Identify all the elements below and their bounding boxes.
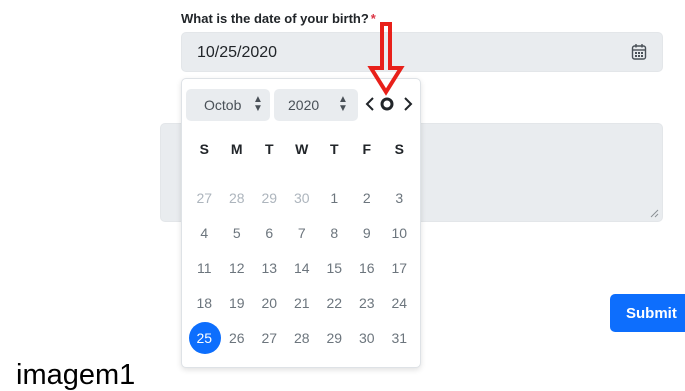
calendar-day[interactable]: 13: [253, 251, 286, 286]
calendar-day[interactable]: 15: [318, 251, 351, 286]
calendar-week: 25 26 27 28 29 30 31: [188, 321, 416, 356]
calendar-week: 4 5 6 7 8 9 10: [188, 216, 416, 251]
calendar-day[interactable]: 4: [188, 216, 221, 251]
calendar-day[interactable]: 9: [351, 216, 384, 251]
calendar-day[interactable]: 16: [351, 251, 384, 286]
weekday-label: W: [295, 141, 309, 157]
calendar-day[interactable]: 14: [286, 251, 319, 286]
weekday-label: T: [329, 141, 339, 157]
calendar-day[interactable]: 24: [383, 286, 416, 321]
calendar-day[interactable]: 31: [383, 321, 416, 356]
calendar-day[interactable]: 2: [351, 181, 384, 216]
month-select-value: Octob: [204, 97, 242, 113]
annotation-arrow-icon: [367, 22, 405, 96]
calendar-day[interactable]: 17: [383, 251, 416, 286]
month-select[interactable]: Octob ▲ ▼: [186, 89, 270, 121]
weekday-header: S M T W T F S: [188, 141, 416, 157]
year-select[interactable]: 2020 ▲ ▼: [274, 89, 358, 121]
calendar-day[interactable]: 27: [253, 321, 286, 356]
weekday-label: S: [394, 141, 404, 157]
calendar-day[interactable]: 8: [318, 216, 351, 251]
calendar-week: 11 12 13 14 15 16 17: [188, 251, 416, 286]
birth-date-input[interactable]: 10/25/2020: [181, 32, 663, 72]
sort-arrows-icon: ▲ ▼: [338, 94, 348, 114]
calendar-day[interactable]: 26: [221, 321, 254, 356]
weekday-label: T: [264, 141, 274, 157]
calendar-day-selected[interactable]: 25: [188, 321, 221, 356]
calendar-day[interactable]: 19: [221, 286, 254, 321]
calendar-day[interactable]: 10: [383, 216, 416, 251]
year-select-value: 2020: [288, 97, 320, 113]
calendar-day[interactable]: 29: [253, 181, 286, 216]
calendar-day[interactable]: 6: [253, 216, 286, 251]
birth-date-label-text: What is the date of your birth?: [181, 11, 369, 26]
datepicker-popup: Octob ▲ ▼ 2020 ▲ ▼ S M T W T F S 27 28 29 …: [181, 78, 421, 368]
calendar-day[interactable]: 21: [286, 286, 319, 321]
image-caption: imagem1: [16, 359, 136, 391]
resize-grip-icon[interactable]: [650, 209, 659, 218]
calendar-day[interactable]: 7: [286, 216, 319, 251]
calendar-day[interactable]: 12: [221, 251, 254, 286]
calendar-day[interactable]: 11: [188, 251, 221, 286]
birth-date-value: 10/25/2020: [197, 44, 278, 61]
calendar-week: 18 19 20 21 22 23 24: [188, 286, 416, 321]
calendar-week: 27 28 29 30 1 2 3: [188, 181, 416, 216]
calendar-day[interactable]: 29: [318, 321, 351, 356]
calendar-day[interactable]: 20: [253, 286, 286, 321]
calendar-grid: 27 28 29 30 1 2 3 4 5 6 7 8 9 10 11 12 1…: [188, 181, 416, 356]
calendar-day[interactable]: 27: [188, 181, 221, 216]
birth-date-label: What is the date of your birth? *: [181, 11, 376, 26]
weekday-label: S: [199, 141, 209, 157]
calendar-day[interactable]: 22: [318, 286, 351, 321]
weekday-label: M: [230, 141, 243, 157]
sort-arrows-icon: ▲ ▼: [253, 94, 263, 114]
calendar-day[interactable]: 23: [351, 286, 384, 321]
calendar-day[interactable]: 5: [221, 216, 254, 251]
calendar-day[interactable]: 28: [221, 181, 254, 216]
calendar-day[interactable]: 30: [286, 181, 319, 216]
calendar-day[interactable]: 28: [286, 321, 319, 356]
calendar-day[interactable]: 18: [188, 286, 221, 321]
weekday-label: F: [362, 141, 372, 157]
calendar-icon[interactable]: [631, 43, 647, 61]
submit-button[interactable]: Submit: [610, 294, 685, 332]
calendar-day[interactable]: 1: [318, 181, 351, 216]
calendar-day[interactable]: 3: [383, 181, 416, 216]
calendar-day[interactable]: 30: [351, 321, 384, 356]
